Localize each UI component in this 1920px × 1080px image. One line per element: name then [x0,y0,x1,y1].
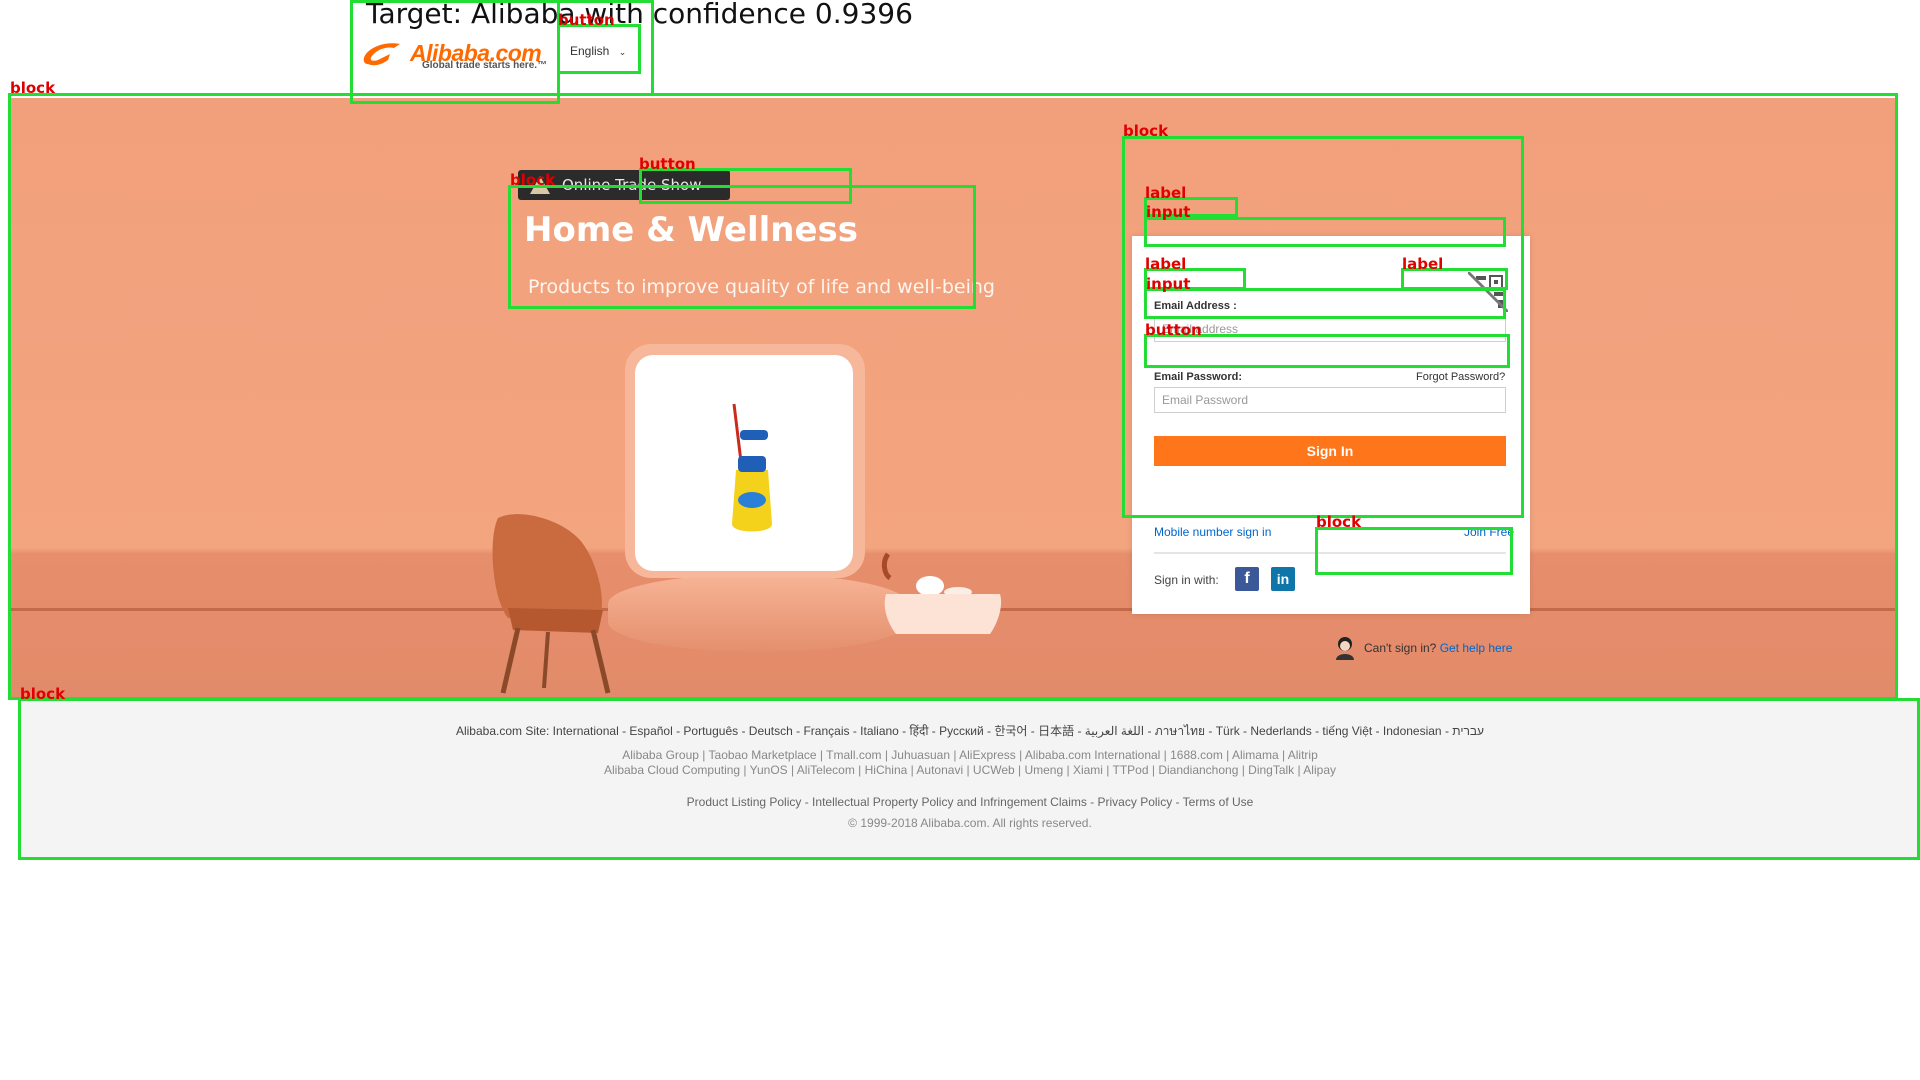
login-panel: Email Address : Email Password: Forgot P… [1132,236,1530,614]
badge-label: Online Trade Show [562,176,702,194]
qr-code-icon[interactable] [1468,272,1508,312]
footer-group-links-1[interactable]: Alibaba Group | Taobao Marketplace | Tma… [20,748,1920,762]
footer-group-links-2[interactable]: Alibaba Cloud Computing | YunOS | AliTel… [20,763,1920,777]
footer-copyright: © 1999-2018 Alibaba.com. All rights rese… [848,816,1092,830]
overlay-tag-input: input [1146,275,1191,293]
alibaba-logo[interactable]: Alibaba.com Global trade starts here.™ [356,34,556,94]
support-agent-icon [1336,637,1354,660]
mobile-sign-in-link[interactable]: Mobile number sign in [1154,525,1271,539]
overlay-tag-block: block [1316,513,1362,531]
linkedin-icon[interactable]: in [1271,567,1295,591]
overlay-tag-block: block [1123,122,1169,140]
language-label: English [570,44,610,58]
footer: Alibaba.com Site: International - Españo… [20,700,1920,858]
footer-policy-links[interactable]: Product Listing Policy - Intellectual Pr… [20,795,1920,809]
hero-banner: Online Trade Show Home & Wellness Produc… [8,98,1896,698]
sign-in-button[interactable]: Sign In [1154,436,1506,466]
chevron-down-icon: ⌄ [618,47,627,57]
overlay-tag-block: block [10,79,56,97]
side-table-image [881,552,1002,634]
get-help-link[interactable]: Get help here [1440,641,1513,655]
help-question: Can't sign in? [1364,641,1437,655]
detection-caption: Target: Alibaba with confidence 0.9396 [366,0,913,30]
sign-in-help: Can't sign in? Get help here [1326,628,1518,668]
overlay-tag-input: input [1146,203,1191,221]
facebook-icon[interactable]: f [1235,567,1259,591]
overlay-tag-label: label [1145,184,1187,202]
display-pedestal [608,574,908,652]
join-free-link[interactable]: Join Free [1464,525,1514,539]
overlay-tag-button: button [639,155,696,173]
overlay-tag-label: label [1402,255,1444,273]
logo-mark-icon [363,43,400,66]
sign-in-with-label: Sign in with: [1154,573,1219,587]
logo-slogan: Global trade starts here.™ [422,60,548,71]
armchair-image [492,514,611,694]
garden-sprayer-image [732,403,772,532]
footer-site-languages[interactable]: Alibaba.com Site: International - Españo… [20,722,1920,741]
overlay-tag-block: block [20,685,66,703]
overlay-tag-block: block [510,171,556,189]
forgot-password-link[interactable]: Forgot Password? [1416,371,1505,383]
hero-title: Home & Wellness [524,210,859,250]
password-input[interactable] [1154,387,1506,413]
overlay-tag-button: button [558,11,615,29]
email-label: Email Address : [1154,300,1237,312]
password-label: Email Password: [1154,371,1243,383]
overlay-tag-button: button [1145,321,1202,339]
email-input[interactable] [1154,316,1506,342]
hero-subtitle: Products to improve quality of life and … [528,276,995,298]
login-divider [1154,552,1506,554]
overlay-tag-label: label [1145,255,1187,273]
language-selector[interactable]: English ⌄ [570,44,626,58]
